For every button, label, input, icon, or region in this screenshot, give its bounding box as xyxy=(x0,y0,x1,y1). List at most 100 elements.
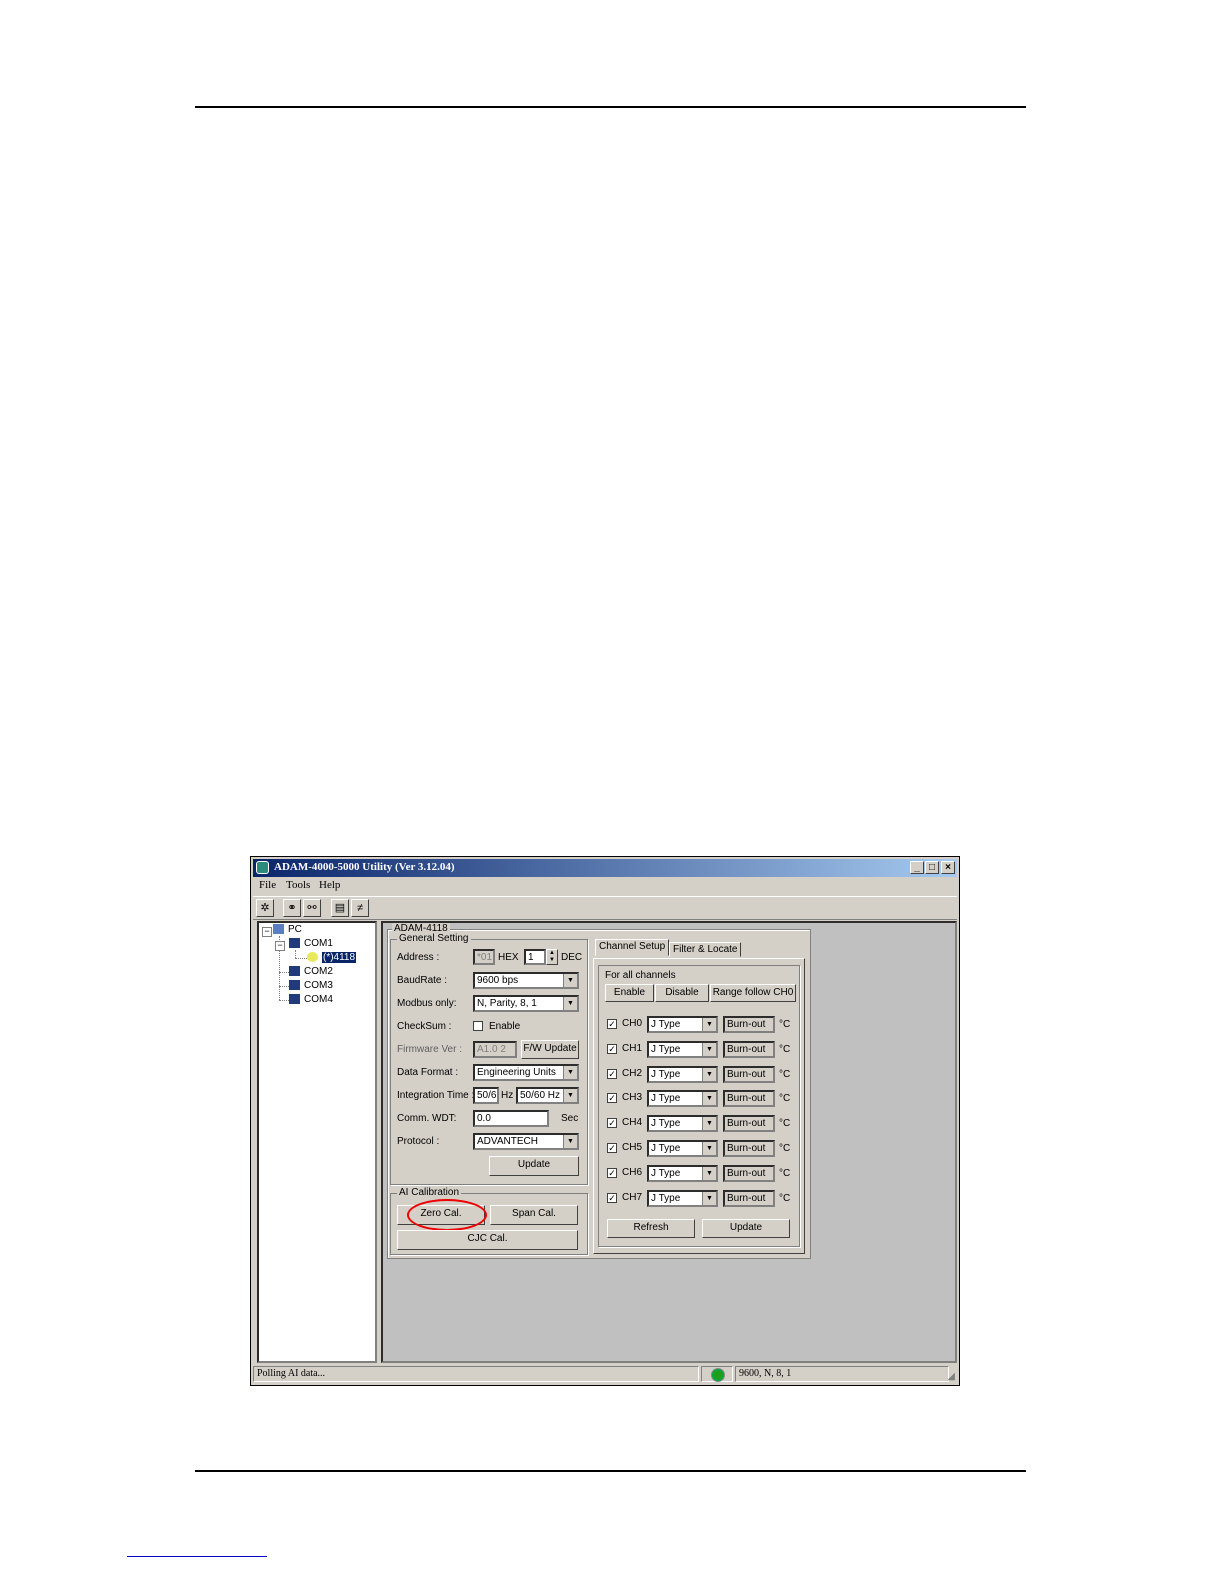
close-button[interactable]: × xyxy=(941,861,955,874)
resize-grip-icon[interactable]: ◢ xyxy=(947,1371,955,1382)
footer-link-underline[interactable] xyxy=(127,1556,267,1557)
address-dec-field[interactable]: 1 xyxy=(524,949,546,965)
ai-calibration-group: AI Calibration Zero Cal. Span Cal. CJC C… xyxy=(390,1187,588,1255)
channel-enable-checkbox[interactable]: ✓ xyxy=(607,1167,617,1178)
modbus-value: N, Parity, 8, 1 xyxy=(477,998,537,1009)
cjc-cal-button[interactable]: CJC Cal. xyxy=(397,1230,578,1250)
search-device-icon[interactable]: ✲ xyxy=(256,899,274,917)
serial-port-icon xyxy=(289,966,300,977)
terminal-icon[interactable]: ▤ xyxy=(331,899,349,917)
serial-port-icon xyxy=(289,980,300,991)
app-icon xyxy=(256,861,269,874)
chevron-down-icon: ▼ xyxy=(702,1092,716,1106)
tree-node-pc[interactable]: PC xyxy=(273,924,302,935)
protocol-select[interactable]: ADVANTECH ▼ xyxy=(473,1133,579,1150)
minimize-button[interactable]: _ xyxy=(910,861,924,874)
span-cal-button[interactable]: Span Cal. xyxy=(490,1205,578,1225)
channel-unit: °C xyxy=(779,1068,791,1080)
tree-node-com3[interactable]: COM3 xyxy=(289,980,333,991)
chevron-down-icon: ▼ xyxy=(563,1135,577,1148)
channel-type-select[interactable]: J Type ▼ xyxy=(647,1115,718,1133)
integration-time-field[interactable]: 50/6 xyxy=(473,1087,499,1104)
menu-tools[interactable]: Tools xyxy=(286,879,310,891)
header-rule xyxy=(195,106,1026,108)
collapse-com1-icon[interactable]: − xyxy=(275,941,285,951)
chevron-down-icon: ▼ xyxy=(563,974,577,987)
toolbar: ✲ ⚭ ⚯ ▤ ≠ xyxy=(253,896,957,920)
serial-port-icon xyxy=(289,994,300,1005)
tree-node-com4[interactable]: COM4 xyxy=(289,994,333,1005)
channel-type-select[interactable]: J Type ▼ xyxy=(647,1040,718,1058)
firmware-label: Firmware Ver : xyxy=(397,1044,463,1055)
integration-time-select[interactable]: 50/60 Hz ▼ xyxy=(516,1087,579,1104)
channel-type-select[interactable]: J Type ▼ xyxy=(647,1140,718,1157)
module-panel: ADAM-4118 General Setting Address : *01 … xyxy=(387,923,811,1259)
title-bar[interactable]: ADAM-4000-5000 Utility (Ver 3.12.04) _ □… xyxy=(253,859,957,877)
protocol-value: ADVANTECH xyxy=(477,1136,538,1147)
channel-status-field: Burn-out xyxy=(723,1065,775,1083)
channel-status-field: Burn-out xyxy=(723,1189,775,1207)
modbus-select[interactable]: N, Parity, 8, 1 ▼ xyxy=(473,995,579,1012)
status-message: Polling AI data... xyxy=(253,1366,699,1382)
general-update-button[interactable]: Update xyxy=(489,1156,579,1176)
tab-filter-locate[interactable]: Filter & Locate xyxy=(669,942,742,957)
channel-name: CH6 xyxy=(622,1166,643,1178)
channel-type-value: J Type xyxy=(651,1019,681,1030)
fw-update-button[interactable]: F/W Update xyxy=(521,1040,579,1059)
channel-name: CH0 xyxy=(622,1018,643,1029)
channel-type-select[interactable]: J Type ▼ xyxy=(647,1065,718,1083)
main-pane: ADAM-4118 General Setting Address : *01 … xyxy=(381,921,957,1363)
refresh-button[interactable]: Refresh xyxy=(607,1219,695,1238)
channel-type-select[interactable]: J Type ▼ xyxy=(647,1090,718,1108)
channel-enable-checkbox[interactable]: ✓ xyxy=(607,1118,617,1129)
hz-label: Hz xyxy=(501,1090,514,1101)
disable-all-button[interactable]: Disable xyxy=(655,984,709,1002)
comm-wdt-field[interactable]: 0.0 xyxy=(473,1110,549,1127)
module-icon xyxy=(307,952,318,963)
all-channels-label: For all channels xyxy=(605,970,676,981)
tree-node-com2[interactable]: COM2 xyxy=(289,966,333,977)
maximize-button[interactable]: □ xyxy=(925,861,939,874)
serial-port-icon xyxy=(289,938,300,949)
channel-status-field: Burn-out xyxy=(723,1016,775,1033)
chevron-down-icon: ▼ xyxy=(702,1142,716,1155)
data-format-select[interactable]: Engineering Units ▼ xyxy=(473,1064,579,1081)
channel-enable-checkbox[interactable]: ✓ xyxy=(607,1093,617,1104)
channel-name: CH3 xyxy=(622,1092,643,1104)
menu-file[interactable]: File xyxy=(259,879,276,891)
data-log-icon[interactable]: ≠ xyxy=(351,899,369,917)
highlight-circle xyxy=(407,1199,487,1231)
range-follow-ch0-button[interactable]: Range follow CH0 xyxy=(710,984,796,1002)
connect-icon[interactable]: ⚭ xyxy=(283,899,301,917)
checksum-checkbox[interactable] xyxy=(473,1021,483,1031)
sec-label: Sec xyxy=(561,1113,579,1124)
baudrate-select[interactable]: 9600 bps ▼ xyxy=(473,972,579,989)
channel-type-select[interactable]: J Type ▼ xyxy=(647,1189,718,1207)
enable-all-button[interactable]: Enable xyxy=(605,984,654,1002)
channel-type-select[interactable]: J Type ▼ xyxy=(647,1016,718,1033)
channel-enable-checkbox[interactable]: ✓ xyxy=(607,1019,617,1029)
channel-unit: °C xyxy=(779,1192,791,1204)
channel-enable-checkbox[interactable]: ✓ xyxy=(607,1192,617,1203)
channel-type-select[interactable]: J Type ▼ xyxy=(647,1164,718,1182)
channel-enable-checkbox[interactable]: ✓ xyxy=(607,1068,617,1079)
menu-help[interactable]: Help xyxy=(319,879,340,891)
address-label: Address : xyxy=(397,952,440,963)
channel-unit: °C xyxy=(779,1093,791,1105)
tree-node-com1[interactable]: COM1 xyxy=(289,938,333,949)
connection-led-icon xyxy=(712,1369,724,1381)
channel-enable-checkbox[interactable]: ✓ xyxy=(607,1143,617,1153)
collapse-pc-icon[interactable]: − xyxy=(262,927,272,937)
channel-update-button[interactable]: Update xyxy=(702,1219,790,1238)
disconnect-icon[interactable]: ⚯ xyxy=(303,899,321,917)
tree-connector xyxy=(279,986,289,987)
channel-enable-checkbox[interactable]: ✓ xyxy=(607,1043,617,1054)
comm-wdt-label: Comm. WDT: xyxy=(397,1113,457,1124)
tab-channel-setup[interactable]: Channel Setup xyxy=(595,939,670,956)
chevron-down-icon: ▼ xyxy=(702,1166,716,1180)
channel-name: CH4 xyxy=(622,1117,643,1129)
tree-node-module-4118[interactable]: (*)4118 xyxy=(307,952,357,963)
address-spinner[interactable]: ▲ ▼ xyxy=(546,949,558,965)
tree-connector xyxy=(295,958,307,959)
status-bar: Polling AI data... 9600, N, 8, 1 ◢ xyxy=(253,1365,957,1383)
